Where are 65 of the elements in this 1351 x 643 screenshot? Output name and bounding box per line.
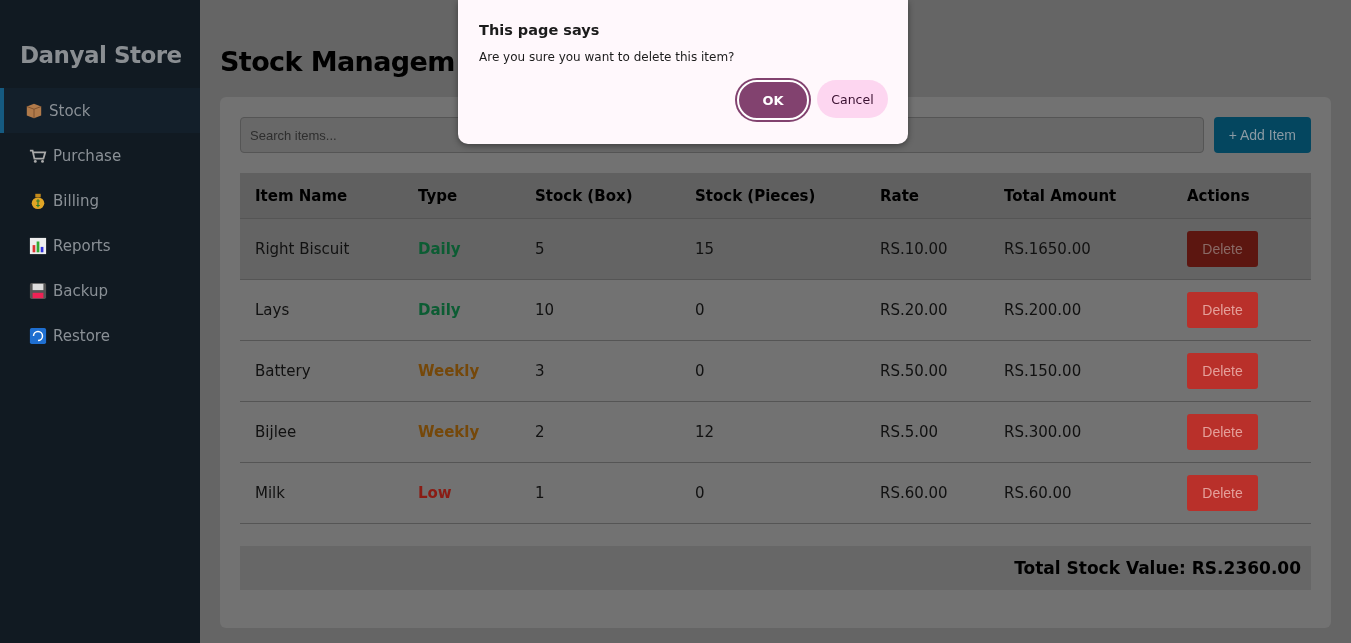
column-header: Rate [865,173,989,219]
total-stock-value: Total Stock Value: RS.2360.00 [1014,558,1301,578]
sidebar-item[interactable]: Restore [0,313,200,358]
dialog-message: Are you sure you want to delete this item? [479,50,736,64]
table-cell: 0 [695,362,705,380]
refresh-icon [29,326,47,345]
type-label: Weekly [418,423,480,441]
table-cell: Bijlee [255,423,297,441]
table-cell: RS.60.00 [880,484,948,502]
delete-button[interactable]: Delete [1187,353,1258,389]
delete-button[interactable]: Delete [1187,475,1258,511]
table-row[interactable]: Battery Weekly 3 0 RS.50.00 RS.150.00 Delete [240,340,1311,402]
table-row[interactable]: Bijlee Weekly 2 12 RS.5.00 RS.300.00 Delete [240,401,1311,463]
table-row[interactable]: Lays Daily 10 0 RS.20.00 RS.200.00 Delete [240,279,1311,341]
table-cell: 2 [535,423,545,441]
page-heading: Stock Managem [220,46,455,77]
sidebar-item[interactable]: Reports [0,223,200,268]
table-cell: RS.50.00 [880,362,948,380]
sidebar-item[interactable]: Purchase [0,133,200,178]
cancel-button[interactable]: Cancel [817,80,888,118]
add-item-button[interactable]: + Add Item [1213,117,1311,153]
type-label: Daily [418,301,461,319]
table-cell: RS.200.00 [1004,301,1082,319]
type-label: Daily [418,240,461,258]
table-cell: RS.60.00 [1004,484,1072,502]
table-cell: RS.150.00 [1004,362,1082,380]
delete-button[interactable]: Delete [1187,292,1258,328]
table-cell: Milk [255,484,285,502]
table-cell: 0 [695,301,705,319]
table-cell: RS.5.00 [880,423,939,441]
column-header: Item Name [240,173,403,219]
column-header: Type [403,173,520,219]
table-cell: Lays [255,301,290,319]
box-icon [25,101,43,120]
delete-button[interactable]: Delete [1187,231,1258,267]
column-header: Stock (Box) [520,173,680,219]
table-cell: RS.20.00 [880,301,948,319]
table-cell: 15 [695,240,715,258]
table-cell: 1 [535,484,545,502]
sidebar-item[interactable]: Backup [0,268,200,313]
sidebar-item[interactable]: Stock [0,88,200,133]
table-cell: 3 [535,362,545,380]
table-row[interactable]: Milk Low 1 0 RS.60.00 RS.60.00 Delete [240,462,1311,524]
table-cell: RS.10.00 [880,240,948,258]
delete-button[interactable]: Delete [1187,414,1258,450]
ok-button[interactable]: OK [737,80,809,120]
table-cell: RS.300.00 [1004,423,1082,441]
table-cell: 0 [695,484,705,502]
column-header: Total Amount [989,173,1172,219]
column-header: Actions [1172,173,1311,219]
bar-chart-icon [29,236,47,255]
table-cell: 5 [535,240,545,258]
store-title: Danyal Store [19,42,183,70]
type-label: Weekly [418,362,480,380]
table-cell: RS.1650.00 [1004,240,1091,258]
table-row[interactable]: Right Biscuit Daily 5 15 RS.10.00 RS.1650.00 Delete [240,218,1311,280]
table-cell: Right Biscuit [255,240,350,258]
type-label: Low [418,484,452,502]
sidebar-item[interactable]: Billing [0,178,200,223]
dialog-title: This page says [479,22,601,38]
table-cell: 10 [535,301,555,319]
money-bag-icon [29,191,47,210]
table-cell: Battery [255,362,311,380]
table-cell: 12 [695,423,715,441]
column-header: Stock (Pieces) [680,173,865,219]
